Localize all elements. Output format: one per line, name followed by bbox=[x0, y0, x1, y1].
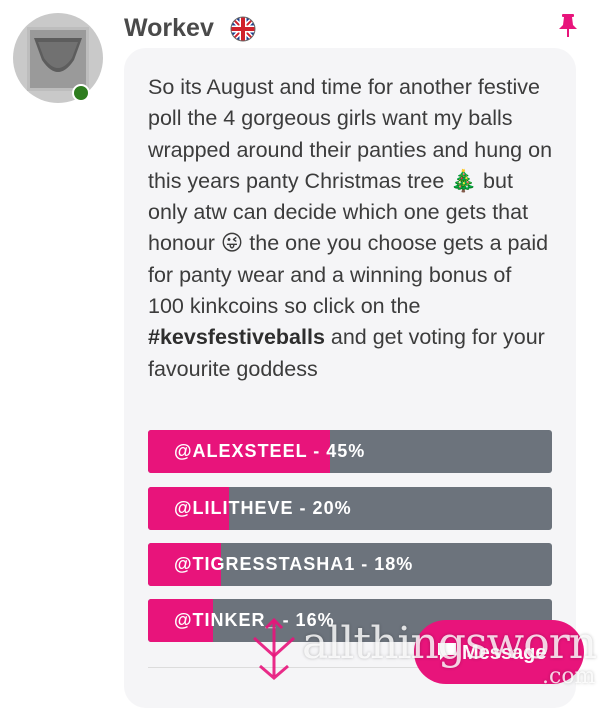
message-button-label: Message bbox=[462, 642, 547, 664]
poll-option-alexsteel[interactable]: @ALEXSTEEL - 45% bbox=[148, 430, 552, 473]
post-text-body: So its August and time for another festi… bbox=[148, 75, 553, 319]
username[interactable]: Workev bbox=[124, 14, 214, 43]
poll-option-label: @LILITHEVE - 20% bbox=[174, 498, 352, 518]
message-button[interactable]: Message bbox=[414, 620, 584, 684]
poll-option-label: @TINKER_ - 16% bbox=[174, 610, 335, 630]
uk-flag-icon bbox=[230, 16, 256, 47]
avatar-image bbox=[27, 27, 89, 91]
pin-icon[interactable] bbox=[558, 14, 578, 43]
poll-option-tigresstasha1[interactable]: @TIGRESSTASHA1 - 18% bbox=[148, 543, 552, 586]
online-status-indicator bbox=[72, 84, 90, 102]
poll-option-lilitheve[interactable]: @LILITHEVE - 20% bbox=[148, 487, 552, 530]
poll-option-label: @TIGRESSTASHA1 - 18% bbox=[174, 554, 414, 574]
hashtag-link[interactable]: #kevsfestiveballs bbox=[148, 325, 325, 349]
post-text: So its August and time for another festi… bbox=[148, 72, 553, 385]
poll-option-label: @ALEXSTEEL - 45% bbox=[174, 441, 366, 461]
chat-bubble-icon bbox=[436, 640, 458, 668]
